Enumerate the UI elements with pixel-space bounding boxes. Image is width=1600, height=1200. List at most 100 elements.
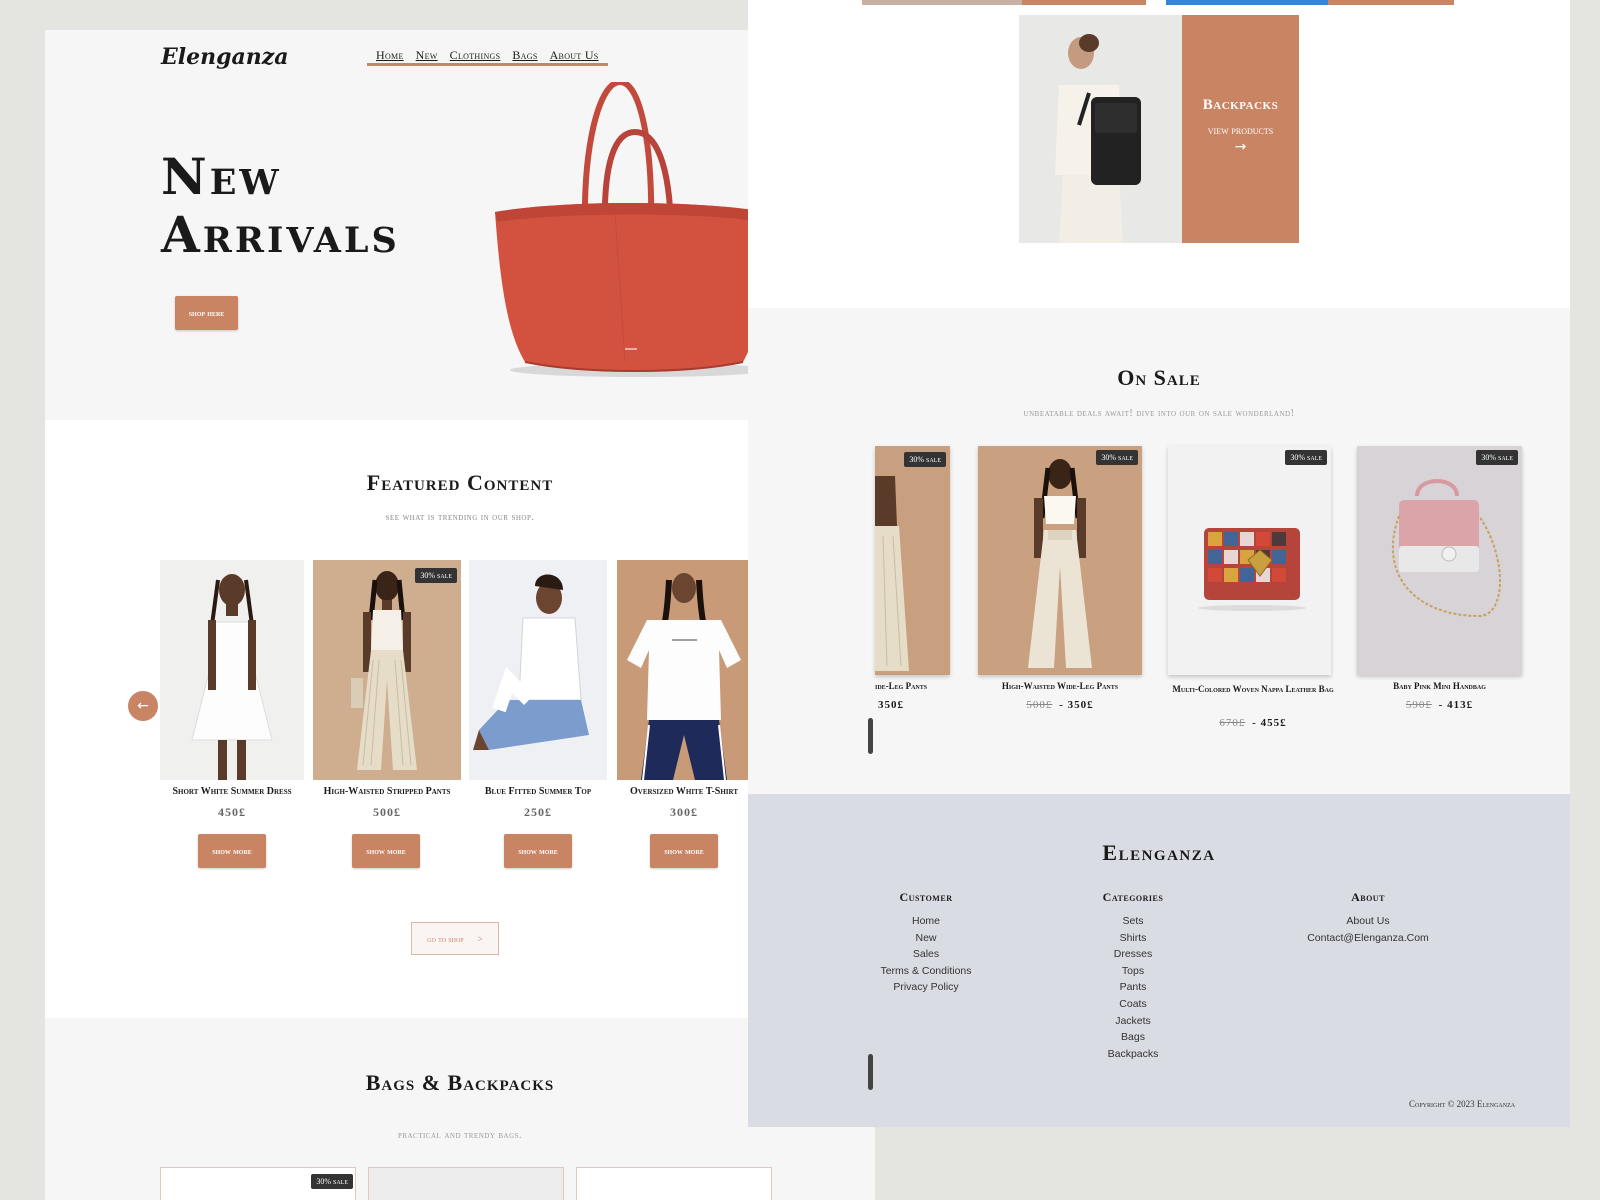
image-strip: [1166, 0, 1328, 5]
product-name: High-Waisted Stripped Pants: [323, 786, 451, 797]
product-price: 500£: [373, 805, 401, 819]
footer-link-shirts[interactable]: Shirts: [1083, 930, 1183, 947]
show-more-button[interactable]: show more: [650, 834, 718, 868]
product-image[interactable]: 30% sale: [313, 560, 461, 780]
sale-product-price: 500£ - 350£: [1026, 699, 1094, 711]
footer-link-dresses[interactable]: Dresses: [1083, 946, 1183, 963]
footer-link-jackets[interactable]: Jackets: [1083, 1013, 1183, 1030]
sale-and-footer-frame: Backpacks view products → On Sale unbeat…: [748, 0, 1570, 1127]
sale-badge: 30% sale: [415, 568, 457, 583]
arrow-right-icon: →: [1234, 139, 1247, 155]
nav-item-new[interactable]: New: [413, 48, 441, 63]
sale-product-price: 350£: [878, 699, 904, 711]
sale-product-image[interactable]: 30% sale: [1357, 446, 1522, 675]
footer-link-backpacks[interactable]: Backpacks: [1083, 1046, 1183, 1063]
carousel-prev-button[interactable]: ←: [128, 691, 158, 721]
new-price: 350£: [1067, 699, 1094, 711]
oversized-tshirt-model-image: [617, 560, 751, 780]
footer-column-title: Customer: [899, 890, 953, 904]
wide-leg-pants-model-image: [875, 446, 950, 675]
product-image[interactable]: [469, 560, 607, 780]
footer-link-sets[interactable]: Sets: [1083, 913, 1183, 930]
main-nav: Home New Clothings Bags About Us: [367, 48, 608, 66]
footer-column-title: Categories: [1102, 890, 1164, 904]
show-more-button[interactable]: show more: [198, 834, 266, 868]
footer-link-tops[interactable]: Tops: [1083, 963, 1183, 980]
black-backpack-model-image: [1019, 15, 1182, 243]
footer-link-new[interactable]: New: [866, 930, 986, 947]
old-price: 590£: [1405, 699, 1432, 711]
footer-link-pants[interactable]: Pants: [1083, 979, 1183, 996]
go-to-shop-label: go to shop: [427, 933, 464, 944]
shop-here-button[interactable]: shop here: [175, 296, 238, 330]
product-image[interactable]: [617, 560, 751, 780]
footer-about-column: About About Us Contact@Elenganza.Com: [1288, 890, 1448, 946]
nav-item-bags[interactable]: Bags: [509, 48, 540, 63]
footer-link-bags[interactable]: Bags: [1083, 1029, 1183, 1046]
product-price: 300£: [670, 805, 698, 819]
sale-badge: 30% sale: [1096, 450, 1138, 465]
go-to-shop-button[interactable]: go to shop >: [411, 922, 499, 955]
brand-logo[interactable]: Elenganza: [161, 44, 289, 70]
image-strip: [1328, 0, 1454, 5]
backpack-model-image[interactable]: [1019, 15, 1182, 243]
footer-link-privacy[interactable]: Privacy Policy: [866, 979, 986, 996]
sale-product-image[interactable]: 30% sale: [978, 446, 1142, 675]
bag-card[interactable]: 30% sale: [160, 1167, 356, 1200]
footer-link-terms[interactable]: Terms & Conditions: [866, 963, 986, 980]
footer-link-contact-email[interactable]: Contact@Elenganza.Com: [1288, 930, 1448, 947]
old-price: 670£: [1219, 717, 1246, 729]
product-name: Oversized White T-Shirt: [629, 786, 738, 797]
footer-link-home[interactable]: Home: [866, 913, 986, 930]
wide-leg-pants-model-image: [978, 446, 1142, 675]
footer-link-sales[interactable]: Sales: [866, 946, 986, 963]
footer-brand: Elenganza: [1102, 840, 1216, 865]
bag-card[interactable]: [576, 1167, 772, 1200]
footer-link-coats[interactable]: Coats: [1083, 996, 1183, 1013]
copyright-text: Copyright © 2023 Elenganza: [1409, 1099, 1516, 1109]
white-dress-model-image: [160, 560, 304, 780]
bag-card[interactable]: [368, 1167, 564, 1200]
nav-item-clothings[interactable]: Clothings: [447, 48, 504, 63]
footer-column-title: About: [1351, 890, 1385, 904]
nav-item-about-us[interactable]: About Us: [547, 48, 602, 63]
bags-subtitle: practical and trendy bags.: [397, 1130, 523, 1141]
woven-leather-bag-image: [1168, 446, 1331, 675]
sale-product-name: Multi-Colored Woven Nappa Leather Bag: [1172, 684, 1334, 694]
sale-product-name: Baby Pink Mini Handbag: [1393, 681, 1486, 691]
image-strip: [1022, 0, 1146, 5]
show-more-button[interactable]: show more: [504, 834, 572, 868]
arrow-left-icon: ←: [137, 698, 149, 714]
footer-categories-column: Categories Sets Shirts Dresses Tops Pant…: [1083, 890, 1183, 1062]
sale-product-image[interactable]: 30% sale: [1168, 446, 1331, 675]
product-price: 450£: [218, 805, 246, 819]
product-name: Short White Summer Dress: [172, 786, 292, 797]
nav-item-home[interactable]: Home: [373, 48, 407, 63]
sale-badge: 30% sale: [311, 1174, 353, 1189]
view-products-link[interactable]: view products: [1182, 125, 1299, 137]
red-tote-bag-image: [495, 82, 770, 377]
sale-badge: 30% sale: [1476, 450, 1518, 465]
product-price: 250£: [524, 805, 552, 819]
sale-product-price: 670£ - 455£: [1219, 717, 1287, 729]
sale-product-name: High-Waisted Wide-Leg Pants: [1001, 681, 1119, 691]
scrollbar-thumb[interactable]: [868, 1054, 873, 1090]
striped-pants-model-image: [313, 560, 461, 780]
sale-product-price: 590£ - 413£: [1405, 699, 1474, 711]
sale-product-image[interactable]: 30% sale: [875, 446, 950, 675]
show-more-button[interactable]: show more: [352, 834, 420, 868]
scrollbar-thumb[interactable]: [868, 718, 873, 754]
on-sale-subtitle: unbeatable deals await! dive into our on…: [1023, 408, 1295, 419]
sale-badge: 30% sale: [1285, 450, 1327, 465]
on-sale-title: On Sale: [1117, 365, 1201, 390]
backpacks-title: Backpacks: [1202, 97, 1279, 113]
new-price: 455£: [1260, 717, 1287, 729]
backpacks-promo-panel[interactable]: Backpacks view products →: [1182, 15, 1299, 243]
sale-product-name: ide-Leg Pants: [875, 681, 928, 691]
hero-title: New Arrivals: [161, 147, 400, 264]
pink-mini-handbag-image: [1357, 446, 1522, 675]
new-price: 413£: [1447, 699, 1474, 711]
image-strip: [862, 0, 1022, 5]
footer-link-about-us[interactable]: About Us: [1288, 913, 1448, 930]
product-image[interactable]: [160, 560, 304, 780]
